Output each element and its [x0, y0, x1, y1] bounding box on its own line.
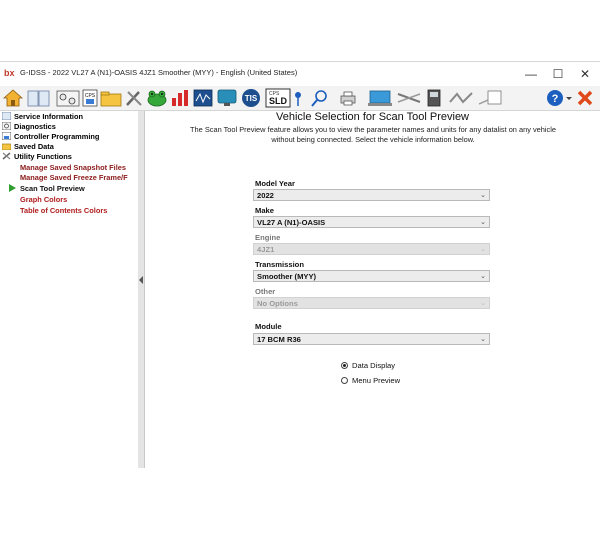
- connector-icon[interactable]: [478, 88, 504, 108]
- diagnostic-tree-icon[interactable]: [55, 88, 81, 108]
- other-select: No Options ⌄: [253, 297, 490, 309]
- make-select[interactable]: VL27 A (N1)-OASIS ⌄: [253, 216, 490, 228]
- radio-selected-icon[interactable]: [341, 362, 348, 369]
- chevron-down-icon: ⌄: [480, 192, 486, 199]
- app-logo-icon: bx: [4, 68, 15, 78]
- title-bar: bx G-IDSS - 2022 VL27 A (N1)-OASIS 4JZ1 …: [0, 62, 600, 86]
- collapse-arrow-icon[interactable]: [139, 276, 143, 284]
- device-icon[interactable]: [426, 88, 442, 108]
- cps-icon[interactable]: CPS: [82, 88, 98, 108]
- nav-label: Service Information: [14, 112, 83, 121]
- chevron-down-icon: ⌄: [480, 273, 486, 280]
- maximize-button[interactable]: ☐: [545, 64, 571, 84]
- data-display-radio[interactable]: Data Display: [341, 361, 395, 370]
- chevron-down-icon: ⌄: [480, 219, 486, 226]
- nav-item-table-of-contents-colors[interactable]: Table of Contents Colors: [20, 206, 107, 216]
- engine-select: 4JZ1 ⌄: [253, 243, 490, 255]
- tis-icon[interactable]: TIS: [240, 88, 262, 108]
- module-value: 17 BCM R36: [257, 335, 301, 344]
- cable-icon[interactable]: [448, 88, 474, 108]
- transmission-label: Transmission: [255, 260, 304, 269]
- navigation-tree: Service Information Diagnostics Controll…: [0, 111, 139, 468]
- chevron-down-icon: ⌄: [480, 300, 486, 307]
- other-label: Other: [255, 287, 276, 296]
- window-title: G-IDSS - 2022 VL27 A (N1)-OASIS 4JZ1 Smo…: [20, 68, 298, 77]
- help-icon[interactable]: ?: [545, 88, 565, 108]
- tools-icon: [2, 152, 11, 160]
- bar-chart-icon[interactable]: [170, 88, 190, 108]
- oscilloscope-icon[interactable]: [193, 88, 213, 108]
- sld-label: SLD: [269, 96, 288, 106]
- laptop-icon[interactable]: [367, 88, 393, 108]
- chevron-down-icon: ⌄: [480, 336, 486, 343]
- printer-icon[interactable]: [338, 88, 358, 108]
- nav-label: Graph Colors: [20, 195, 68, 204]
- tis-label: TIS: [245, 94, 258, 103]
- folder-icon[interactable]: [100, 88, 122, 108]
- other-value: No Options: [257, 299, 298, 308]
- nav-item-graph-colors[interactable]: Graph Colors: [20, 195, 67, 205]
- model-year-select[interactable]: 2022 ⌄: [253, 189, 490, 201]
- engine-label: Engine: [255, 233, 281, 242]
- nav-label: Diagnostics: [14, 122, 56, 131]
- cps-icon: [2, 132, 11, 140]
- make-label: Make: [255, 206, 274, 215]
- cps-label: CPS: [85, 93, 96, 99]
- radio-unselected-icon[interactable]: [341, 377, 348, 384]
- nav-label: Controller Programming: [14, 132, 100, 141]
- model-year-label: Model Year: [255, 179, 295, 188]
- nav-item-saved-data[interactable]: Saved Data: [2, 142, 54, 152]
- nav-label: Manage Saved Snapshot Files: [20, 163, 126, 172]
- pane-splitter[interactable]: [138, 111, 145, 468]
- book-icon: [2, 112, 11, 120]
- engine-value: 4JZ1: [257, 245, 275, 254]
- tools-icon[interactable]: [124, 88, 144, 108]
- main-content: Vehicle Selection for Scan Tool Preview …: [145, 111, 600, 468]
- toolbar: CPS TIS CPS SLD ?: [0, 86, 600, 111]
- chevron-down-icon: ⌄: [480, 246, 486, 253]
- book-icon[interactable]: [26, 88, 52, 108]
- transmission-select[interactable]: Smoother (MYY) ⌄: [253, 270, 490, 282]
- application-window: bx G-IDSS - 2022 VL27 A (N1)-OASIS 4JZ1 …: [0, 61, 600, 468]
- network-icon[interactable]: [396, 88, 422, 108]
- home-icon[interactable]: [3, 88, 23, 108]
- nav-item-manage-freeze-frame[interactable]: Manage Saved Freeze Frame/F: [20, 173, 128, 183]
- nav-label: Manage Saved Freeze Frame/F: [20, 173, 128, 182]
- exit-icon[interactable]: [575, 88, 595, 108]
- help-label: ?: [552, 93, 559, 105]
- nav-label: Scan Tool Preview: [20, 184, 85, 193]
- nav-item-diagnostics[interactable]: Diagnostics: [2, 122, 56, 132]
- nav-item-service-information[interactable]: Service Information: [2, 112, 83, 122]
- nav-item-controller-programming[interactable]: Controller Programming: [2, 132, 99, 142]
- nav-label: Table of Contents Colors: [20, 206, 108, 215]
- monitor-icon[interactable]: [216, 88, 238, 108]
- frog-icon[interactable]: [146, 88, 168, 108]
- module-select[interactable]: 17 BCM R36 ⌄: [253, 333, 490, 345]
- transmission-value: Smoother (MYY): [257, 272, 317, 281]
- menu-preview-radio[interactable]: Menu Preview: [341, 376, 400, 385]
- search-icon[interactable]: [310, 88, 330, 108]
- nav-label: Utility Functions: [14, 152, 72, 161]
- menu-preview-label: Menu Preview: [352, 376, 401, 385]
- folder-icon: [2, 143, 11, 150]
- nav-label: Saved Data: [14, 142, 54, 151]
- nav-item-scan-tool-preview[interactable]: Scan Tool Preview: [8, 184, 85, 194]
- model-year-value: 2022: [257, 191, 274, 200]
- sld-icon[interactable]: CPS SLD: [265, 88, 291, 108]
- pin-icon[interactable]: [292, 88, 304, 108]
- diagnostic-tree-icon: [2, 122, 11, 130]
- data-display-label: Data Display: [352, 361, 396, 370]
- active-arrow-icon: [9, 184, 16, 192]
- nav-item-utility-functions[interactable]: Utility Functions: [2, 152, 72, 162]
- help-dropdown-icon[interactable]: [566, 88, 572, 108]
- page-title: Vehicle Selection for Scan Tool Preview: [275, 111, 469, 123]
- make-value: VL27 A (N1)-OASIS: [257, 218, 326, 227]
- nav-item-manage-snapshot-files[interactable]: Manage Saved Snapshot Files: [20, 163, 126, 173]
- minimize-button[interactable]: —: [518, 64, 544, 84]
- module-label: Module: [255, 322, 282, 331]
- close-button[interactable]: ✕: [572, 64, 598, 84]
- page-description: The Scan Tool Preview feature allows you…: [190, 125, 556, 144]
